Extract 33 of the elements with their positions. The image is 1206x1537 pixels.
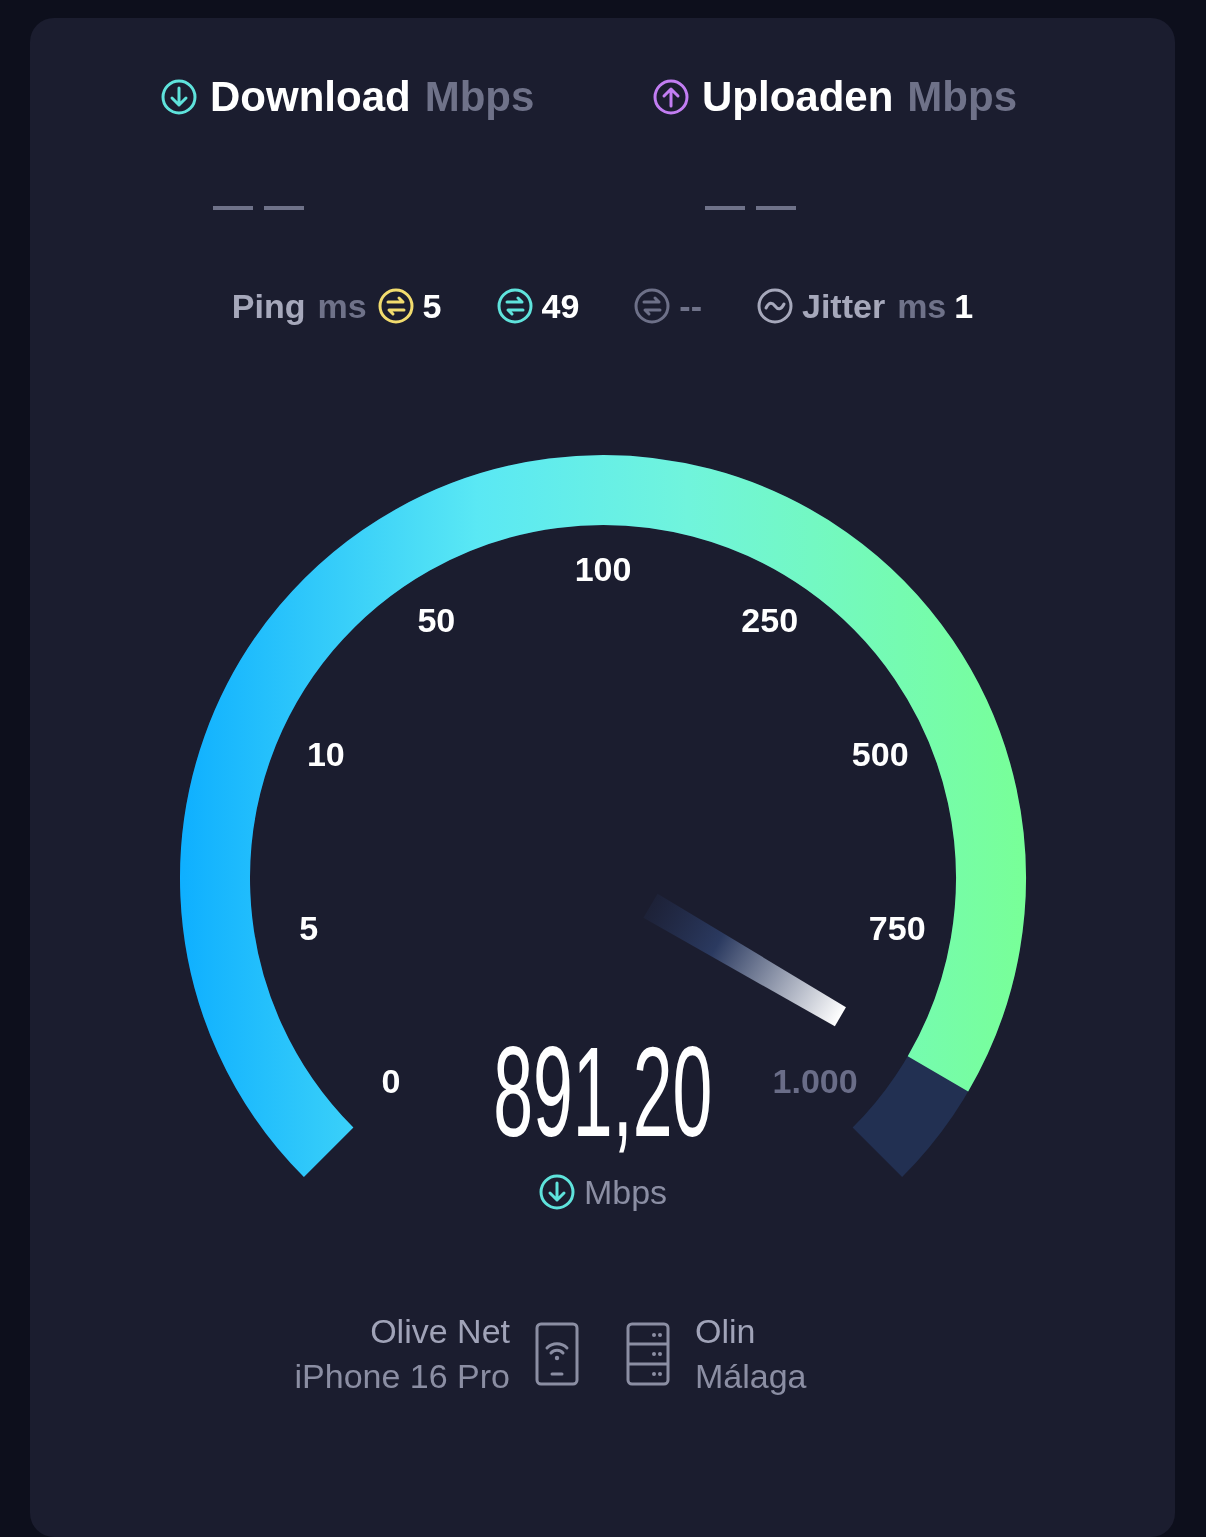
result-label: Download [210,73,411,121]
unit-label: ms [897,286,947,326]
speed-reading: 891,20 [492,1028,713,1156]
server-location: Málaga [695,1356,807,1397]
jitter-value: 1 [954,286,974,326]
tick-label: 250 [740,600,798,639]
server-icon [626,1322,670,1386]
download-icon [537,1173,576,1211]
result-value: — — [705,182,797,229]
ping-value: 49 [541,286,580,326]
ping-value: -- [679,286,702,326]
tick-label: 1.000 [772,1062,858,1101]
tick-label: 750 [868,908,926,947]
unit-label: Mbps [907,73,1017,121]
unit-label: Mbps [583,1172,668,1212]
tick-label: 500 [851,735,909,774]
unit-label: ms [317,286,367,326]
phone-wifi-icon [535,1322,579,1386]
tick-label: 100 [574,550,631,588]
tick-label: 10 [306,735,345,774]
jitter-icon [756,287,794,325]
result-label: Uploaden [702,73,894,121]
provider-name: Olive Net [369,1311,510,1352]
ping-value: 5 [422,286,442,326]
tick-label: 5 [298,908,318,947]
jitter-label: Jitter [802,286,886,326]
device-name: iPhone 16 Pro [294,1356,510,1397]
server-name: Olin [695,1311,757,1352]
result-value: — — [213,182,305,229]
tick-label: 50 [416,600,455,639]
ping-label: Ping [231,286,306,326]
tick-label: 0 [380,1062,400,1101]
unit-label: Mbps [424,73,535,121]
